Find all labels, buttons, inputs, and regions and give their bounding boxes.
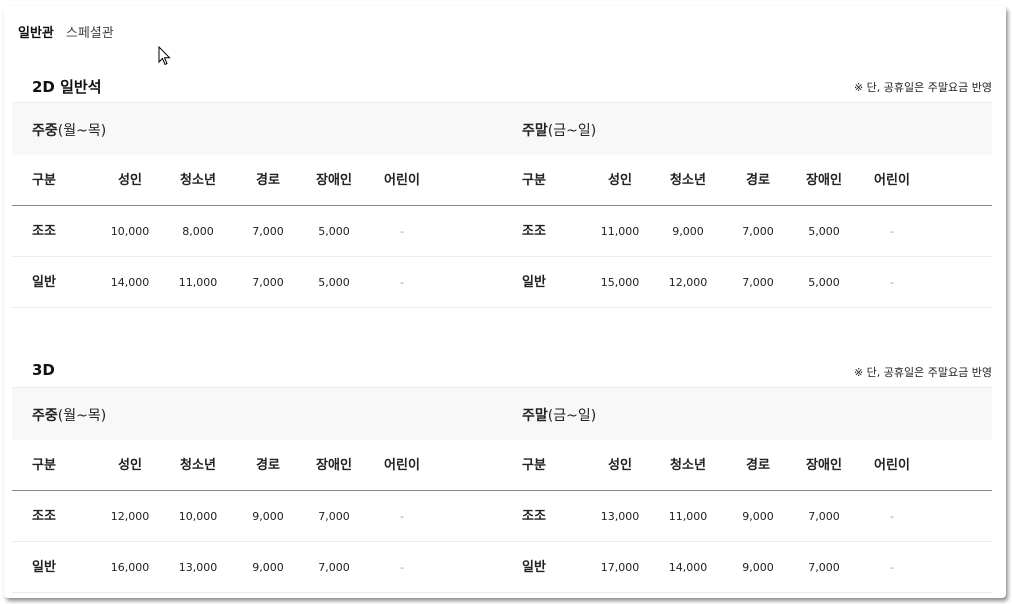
column-header: 구분 xyxy=(32,458,56,473)
holiday-note: ※ 단, 공휴일은 주말요금 반영 xyxy=(853,81,992,94)
holiday-note: ※ 단, 공휴일은 주말요금 반영 xyxy=(853,366,992,379)
price-cell: 14,000 xyxy=(668,561,708,574)
section-header: 2D 일반석 ※ 단, 공휴일은 주말요금 반영 xyxy=(12,70,992,102)
row-label: 조조 xyxy=(32,509,56,524)
price-cell: - xyxy=(890,510,894,523)
price-cell: 9,000 xyxy=(742,510,774,523)
row-label: 일반 xyxy=(32,275,56,290)
price-cell: 14,000 xyxy=(110,276,150,289)
column-header: 장애인 xyxy=(316,173,352,188)
price-cell: 10,000 xyxy=(178,510,218,523)
table-row: 일반 14,000 11,000 7,000 5,000 - 일반 15,000 12,000 7… xyxy=(12,257,992,308)
price-cell: - xyxy=(400,225,404,238)
price-cell: 8,000 xyxy=(182,225,214,238)
column-header: 청소년 xyxy=(180,458,216,473)
price-cell: - xyxy=(400,561,404,574)
column-header: 성인 xyxy=(608,458,632,473)
column-header: 구분 xyxy=(32,173,56,188)
row-label: 일반 xyxy=(32,560,56,575)
price-cell: 9,000 xyxy=(252,561,284,574)
row-label: 일반 xyxy=(522,275,546,290)
price-cell: 5,000 xyxy=(808,225,840,238)
tab-general[interactable]: 일반관 xyxy=(18,22,54,41)
row-label: 조조 xyxy=(32,224,56,239)
weekday-label: 주중(월~목) xyxy=(32,123,107,139)
price-cell: 16,000 xyxy=(110,561,150,574)
tab-special[interactable]: 스페셜관 xyxy=(66,22,114,41)
column-header: 성인 xyxy=(118,173,142,188)
price-cell: 5,000 xyxy=(318,276,350,289)
theater-type-tabs: 일반관 스페셜관 xyxy=(18,22,114,41)
price-cell: 12,000 xyxy=(668,276,708,289)
price-cell: 7,000 xyxy=(808,561,840,574)
column-header: 어린이 xyxy=(874,173,910,188)
row-label: 조조 xyxy=(522,509,546,524)
weekend-label: 주말(금~일) xyxy=(522,408,597,424)
table-header-row: 구분 성인 청소년 경로 장애인 어린이 구분 성인 청소년 경로 장애인 어린이 xyxy=(12,155,992,206)
price-cell: 5,000 xyxy=(808,276,840,289)
table-header-row: 구분 성인 청소년 경로 장애인 어린이 구분 성인 청소년 경로 장애인 어린이 xyxy=(12,440,992,491)
price-cell: - xyxy=(400,276,404,289)
price-cell: - xyxy=(890,225,894,238)
column-header: 장애인 xyxy=(316,458,352,473)
column-header: 경로 xyxy=(746,458,770,473)
column-header: 경로 xyxy=(256,458,280,473)
column-header: 어린이 xyxy=(384,173,420,188)
price-cell: 15,000 xyxy=(600,276,640,289)
price-cell: 17,000 xyxy=(600,561,640,574)
price-cell: - xyxy=(890,276,894,289)
table-row: 일반 16,000 13,000 9,000 7,000 - 일반 17,000 14,000 9… xyxy=(12,542,992,593)
column-header: 성인 xyxy=(608,173,632,188)
price-panel: 일반관 스페셜관 2D 일반석 ※ 단, 공휴일은 주말요금 반영 주중(월~목) 주… xyxy=(4,6,1006,598)
price-section: 2D 일반석 ※ 단, 공휴일은 주말요금 반영주중(월~목) 주말(금~일) 구분 성… xyxy=(12,70,992,308)
price-cell: 7,000 xyxy=(808,510,840,523)
period-band: 주중(월~목) 주말(금~일) xyxy=(12,387,992,440)
column-header: 청소년 xyxy=(180,173,216,188)
column-header: 청소년 xyxy=(670,458,706,473)
row-label: 조조 xyxy=(522,224,546,239)
section-header: 3D ※ 단, 공휴일은 주말요금 반영 xyxy=(12,355,992,387)
price-cell: - xyxy=(890,561,894,574)
row-label: 일반 xyxy=(522,560,546,575)
price-cell: 13,000 xyxy=(600,510,640,523)
price-cell: 11,000 xyxy=(600,225,640,238)
period-band: 주중(월~목) 주말(금~일) xyxy=(12,102,992,155)
column-header: 장애인 xyxy=(806,173,842,188)
column-header: 어린이 xyxy=(384,458,420,473)
price-cell: 9,000 xyxy=(672,225,704,238)
price-cell: 10,000 xyxy=(110,225,150,238)
table-row: 조조 10,000 8,000 7,000 5,000 - 조조 11,000 9,000 7,0… xyxy=(12,206,992,257)
column-header: 성인 xyxy=(118,458,142,473)
column-header: 장애인 xyxy=(806,458,842,473)
weekday-label: 주중(월~목) xyxy=(32,408,107,424)
column-header: 경로 xyxy=(256,173,280,188)
price-cell: 7,000 xyxy=(742,225,774,238)
price-cell: 11,000 xyxy=(178,276,218,289)
column-header: 청소년 xyxy=(670,173,706,188)
price-cell: - xyxy=(400,510,404,523)
price-cell: 7,000 xyxy=(318,561,350,574)
price-cell: 11,000 xyxy=(668,510,708,523)
weekend-label: 주말(금~일) xyxy=(522,123,597,139)
price-section: 3D ※ 단, 공휴일은 주말요금 반영주중(월~목) 주말(금~일) 구분 성인 청소년… xyxy=(12,355,992,593)
price-cell: 7,000 xyxy=(252,276,284,289)
column-header: 구분 xyxy=(522,458,546,473)
price-cell: 7,000 xyxy=(252,225,284,238)
column-header: 구분 xyxy=(522,173,546,188)
table-row: 조조 12,000 10,000 9,000 7,000 - 조조 13,000 11,000 9… xyxy=(12,491,992,542)
price-cell: 7,000 xyxy=(742,276,774,289)
column-header: 경로 xyxy=(746,173,770,188)
price-cell: 7,000 xyxy=(318,510,350,523)
section-title: 3D xyxy=(32,361,55,379)
section-title: 2D 일반석 xyxy=(32,78,102,96)
column-header: 어린이 xyxy=(874,458,910,473)
price-cell: 9,000 xyxy=(252,510,284,523)
mouse-cursor-icon xyxy=(158,46,171,66)
price-cell: 5,000 xyxy=(318,225,350,238)
price-cell: 13,000 xyxy=(178,561,218,574)
price-cell: 9,000 xyxy=(742,561,774,574)
price-cell: 12,000 xyxy=(110,510,150,523)
